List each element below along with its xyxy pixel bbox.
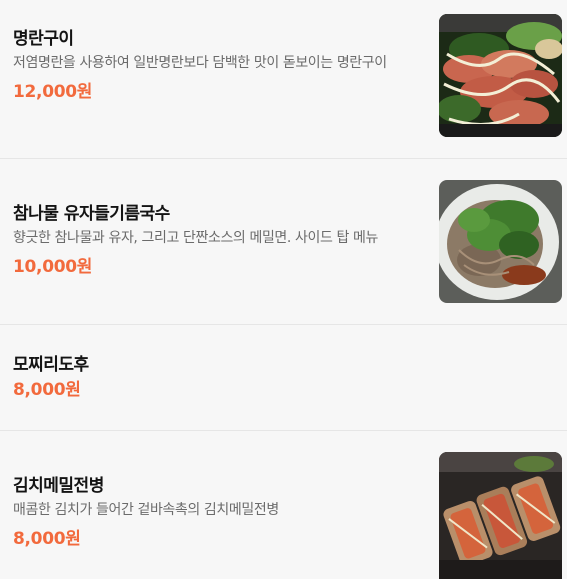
menu-item-photo[interactable]: [439, 452, 562, 579]
menu-item-price: 8,000원: [13, 529, 81, 549]
menu-item-name: 김치메밀전병: [13, 476, 104, 496]
menu-list: 명란구이 저염명란을 사용하여 일반명란보다 담백한 맛이 돋보이는 명란구이 …: [0, 0, 567, 579]
menu-item-text: 참나물 유자들기름국수 향긋한 참나물과 유자, 그리고 단짠소스의 메밀면. …: [13, 203, 427, 278]
menu-item-price: 10,000원: [13, 257, 93, 277]
menu-item-name: 참나물 유자들기름국수: [13, 204, 170, 224]
menu-item-text: 모찌리도후 8,000원: [13, 354, 427, 401]
menu-item-price: 12,000원: [13, 82, 93, 102]
menu-item-name: 모찌리도후: [13, 355, 89, 375]
menu-item-price: 8,000원: [13, 380, 81, 400]
menu-item-photo[interactable]: [439, 180, 562, 303]
menu-item-text: 명란구이 저염명란을 사용하여 일반명란보다 담백한 맛이 돋보이는 명란구이 …: [13, 28, 427, 103]
menu-item-description: 매콤한 김치가 들어간 겉바속촉의 김치메밀전병: [13, 502, 279, 518]
menu-item-name: 명란구이: [13, 29, 74, 49]
menu-item-text: 김치메밀전병 매콤한 김치가 들어간 겉바속촉의 김치메밀전병 8,000원: [13, 475, 427, 550]
menu-item-mochiri-tofu[interactable]: 모찌리도후 8,000원: [0, 325, 567, 431]
menu-item-grilled-pollock-roe[interactable]: 명란구이 저염명란을 사용하여 일반명란보다 담백한 맛이 돋보이는 명란구이 …: [0, 0, 567, 159]
menu-item-perilla-oil-noodle[interactable]: 참나물 유자들기름국수 향긋한 참나물과 유자, 그리고 단짠소스의 메밀면. …: [0, 159, 567, 325]
menu-item-description: 저염명란을 사용하여 일반명란보다 담백한 맛이 돋보이는 명란구이: [13, 55, 387, 71]
menu-item-kimchi-buckwheat-crepe[interactable]: 김치메밀전병 매콤한 김치가 들어간 겉바속촉의 김치메밀전병 8,000원: [0, 431, 567, 579]
menu-item-description: 향긋한 참나물과 유자, 그리고 단짠소스의 메밀면. 사이드 탑 메뉴: [13, 230, 378, 246]
menu-item-photo[interactable]: [439, 14, 562, 137]
